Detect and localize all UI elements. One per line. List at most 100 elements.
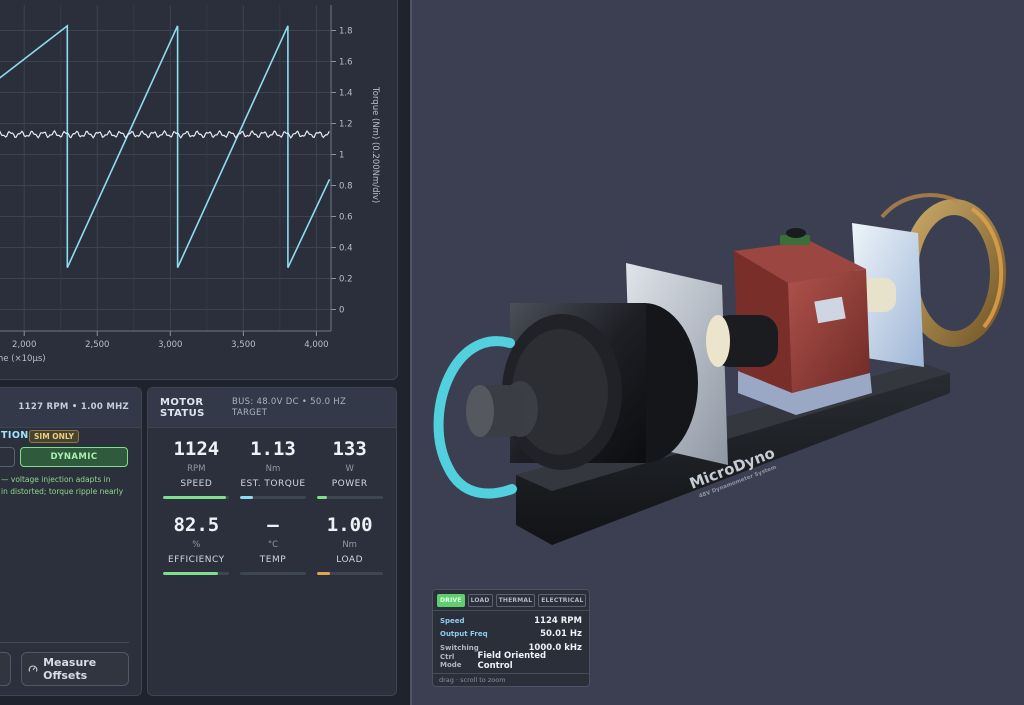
metric-label: LOAD (336, 555, 364, 565)
tab-thermal[interactable]: THERMAL (495, 594, 536, 607)
motor-status-card: MOTOR STATUS BUS: 48.0V DC • 50.0 HZ TAR… (147, 387, 397, 696)
x-tick-label: 3,500 (231, 340, 255, 350)
torque-sensor-side (788, 269, 870, 393)
telemetry-rows: Speed 1124 RPM Output Freq 50.01 Hz Swit… (433, 611, 589, 672)
metric-bar-fill (316, 572, 330, 575)
metric-power: 133 W POWER (311, 434, 388, 502)
metric-unit: Nm (342, 540, 357, 550)
metric-bar (316, 572, 383, 575)
bus-info-line: TARGET (232, 407, 268, 418)
x-tick-label: 2,500 (85, 340, 109, 350)
mode-option-button[interactable] (0, 447, 15, 467)
control-card: 1127 RPM • 1.00 MHZ TION SIM ONLY DYNAMI… (0, 387, 142, 696)
metrics-grid: 1124 RPM SPEED 1.13 Nm EST. TORQUE 133 W… (148, 428, 396, 578)
metric-label: TEMP (259, 555, 287, 565)
x-tick-label: 4,000 (304, 340, 328, 350)
metric-efficiency: 82.5 % EFFICIENCY (158, 510, 235, 578)
dynamic-mode-button[interactable]: DYNAMIC (20, 447, 128, 467)
metric-unit: Nm (265, 464, 281, 474)
telemetry-key: Speed (440, 616, 465, 625)
telemetry-tabs: DRIVE LOAD THERMAL ELECTRICAL (433, 590, 589, 611)
metric-value: 1.13 (250, 438, 296, 460)
metric-bar (239, 496, 306, 499)
control-card-header: 1127 RPM • 1.00 MHZ (0, 388, 141, 428)
telemetry-panel: DRIVE LOAD THERMAL ELECTRICAL Speed 1124… (432, 589, 590, 687)
y-tick-label: 1 (339, 151, 344, 161)
metric-bar (239, 572, 306, 575)
telemetry-row: Speed 1124 RPM (440, 614, 582, 628)
telemetry-value: 1124 RPM (534, 615, 582, 626)
motor-status-title-line: MOTOR (160, 396, 204, 408)
x-tick-label: 3,000 (158, 340, 182, 350)
telemetry-value: 50.01 Hz (540, 629, 582, 640)
y-tick-label: 1.4 (339, 89, 353, 99)
metric-value: 1.00 (326, 514, 373, 536)
y-tick-label: 0.2 (339, 275, 353, 285)
metric-unit: RPM (187, 464, 206, 474)
metric-bar-fill (239, 496, 254, 499)
action-button[interactable] (0, 652, 11, 686)
motor-status-title: MOTOR STATUS (160, 397, 232, 419)
y-tick-label: 0.6 (339, 213, 353, 223)
y-tick-label: 1.8 (339, 27, 353, 37)
torque-chart[interactable]: 1.8 1.6 1.4 1.2 1 0.8 0.6 0.4 0.2 0 2,000 2,500 3,00… (0, 0, 399, 381)
metric-bar-fill (163, 572, 219, 575)
telemetry-key: Switching (440, 643, 479, 652)
mode-description: — voltage injection adapts in in distort… (1, 474, 135, 498)
telemetry-key: Ctrl Mode (440, 653, 462, 670)
3d-viewport[interactable]: MicroDyno 48V Dynamometer System DRIVE L… (410, 0, 1024, 705)
metric-unit: °C (267, 540, 279, 550)
metric-bar (163, 496, 230, 499)
bus-info-line: BUS: 48.0V DC • 50.0 HZ (232, 396, 347, 407)
gauge-icon (28, 665, 38, 672)
y-tick-label: 0.4 (339, 244, 353, 254)
measure-offsets-button[interactable]: Measure Offsets (21, 652, 129, 686)
metric-value: 82.5 (173, 514, 220, 536)
tab-drive[interactable]: DRIVE (437, 594, 465, 607)
mode-row: TION SIM ONLY (0, 426, 143, 446)
divider (0, 642, 129, 643)
viewport-hint: drag · scroll to zoom (433, 673, 589, 686)
metric-label: EFFICIENCY (167, 555, 225, 565)
telemetry-key: Output Freq (440, 630, 488, 639)
control-card-info: 1127 RPM • 1.00 MHZ (18, 402, 129, 412)
mode-description-line: — voltage injection adapts in (1, 475, 111, 484)
tab-load[interactable]: LOAD (467, 594, 493, 607)
metric-load: 1.00 Nm LOAD (311, 510, 388, 578)
y-tick-label: 0 (339, 306, 344, 316)
metric-speed: 1124 RPM SPEED (158, 434, 235, 502)
sim-only-badge: SIM ONLY (29, 430, 79, 443)
shaft-collar (706, 315, 730, 367)
metric-bar-fill (316, 496, 327, 499)
output-shaft-face (466, 385, 494, 437)
metric-label: POWER (331, 479, 368, 489)
metric-unit: % (192, 540, 201, 550)
connector-knob (786, 228, 806, 238)
metric-bar-fill (163, 496, 227, 499)
measure-offsets-label: Measure Offsets (43, 656, 97, 682)
y-axis-label: Torque (Nm) (0.200Nm/div) (370, 86, 380, 203)
telemetry-value: Field Oriented Control (477, 651, 547, 672)
motor-status-title-line: STATUS (160, 407, 205, 419)
y-tick-label: 1.2 (339, 120, 353, 130)
tab-electrical[interactable]: ELECTRICAL (538, 594, 587, 607)
metric-label: SPEED (180, 479, 213, 489)
metric-torque: 1.13 Nm EST. TORQUE (235, 434, 312, 502)
y-tick-label: 1.6 (339, 58, 353, 68)
metric-value: 133 (332, 438, 367, 460)
scope-panel: 1.8 1.6 1.4 1.2 1 0.8 0.6 0.4 0.2 0 2,000 2,500 3,00… (0, 0, 398, 380)
x-axis-label: me (×10µs) (0, 354, 46, 364)
motor-status-header: MOTOR STATUS BUS: 48.0V DC • 50.0 HZ TAR… (148, 388, 396, 428)
mode-label: TION (1, 430, 29, 441)
metric-bar (163, 572, 230, 575)
load-brake-drum (902, 199, 1006, 347)
telemetry-row: Output Freq 50.01 Hz (440, 628, 582, 642)
metric-value: — (267, 514, 279, 536)
metric-temp: — °C TEMP (235, 510, 312, 578)
metric-label: EST. TORQUE (240, 479, 306, 489)
metric-bar (316, 496, 383, 499)
metric-unit: W (345, 464, 354, 474)
x-tick-label: 2,000 (12, 340, 36, 350)
mode-description-line: in distorted; torque ripple nearly (1, 487, 124, 496)
telemetry-row: Ctrl Mode Field Oriented Control (440, 651, 582, 671)
